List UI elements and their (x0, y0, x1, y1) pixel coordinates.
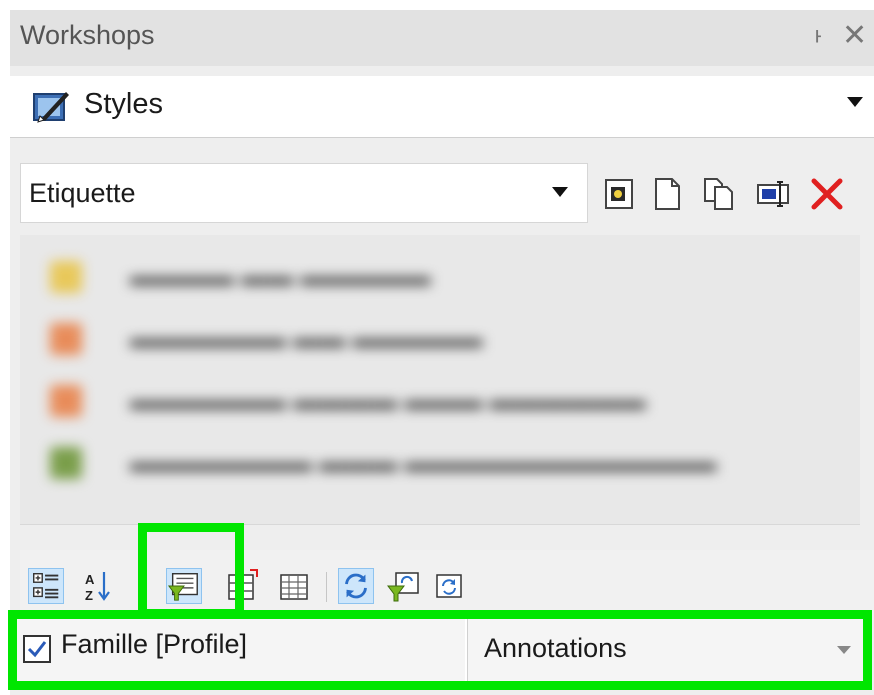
sync-icon[interactable] (338, 568, 374, 604)
highlight-filter-button (138, 523, 244, 618)
apply-icon (50, 323, 82, 355)
toolbar-separator (326, 572, 327, 602)
apply-all-icon (50, 385, 82, 417)
panel-titlebar: Workshops ᅡ ✕ (10, 10, 874, 66)
property-row[interactable]: Famille [Profile] Annotations (8, 610, 872, 690)
svg-text:A: A (85, 572, 95, 587)
copy-style-icon[interactable] (702, 177, 736, 211)
new-style-icon[interactable] (650, 177, 684, 211)
close-icon[interactable]: ✕ (842, 18, 867, 53)
property-checkbox[interactable] (23, 635, 51, 663)
workshop-dropdown[interactable]: Styles (10, 76, 874, 138)
refresh-grid-icon[interactable] (432, 568, 468, 604)
panel-title: Workshops (20, 20, 155, 50)
workshop-selected: Styles (84, 88, 163, 120)
refresh-icon (50, 447, 82, 479)
checkmark-icon (27, 641, 47, 658)
property-name: Famille [Profile] (61, 629, 248, 659)
folder-icon (50, 261, 82, 293)
categorized-view-icon[interactable] (28, 568, 64, 604)
delete-style-icon[interactable] (810, 177, 844, 211)
style-dropdown[interactable]: Etiquette (20, 163, 588, 223)
styles-icon (33, 92, 69, 123)
property-value-dropdown[interactable]: Annotations (467, 619, 863, 681)
rename-style-icon[interactable] (756, 177, 790, 211)
chevron-down-icon (847, 97, 863, 107)
property-name-cell: Famille [Profile] (17, 619, 465, 681)
svg-text:Z: Z (85, 588, 93, 603)
chevron-down-icon (552, 187, 568, 197)
table-view-icon[interactable] (276, 568, 312, 604)
chevron-down-icon (837, 646, 851, 654)
sort-alphabetical-icon[interactable]: A Z (80, 568, 116, 604)
style-selected: Etiquette (29, 178, 136, 208)
pin-icon[interactable]: ᅡ (800, 22, 822, 57)
property-value: Annotations (484, 633, 627, 663)
action-list: ▬▬▬▬ ▬▬ ▬▬▬▬▬ ▬▬▬▬▬▬ ▬▬ ▬▬▬▬▬ ▬▬▬▬▬▬ ▬▬▬… (20, 235, 860, 525)
filter-sync-icon[interactable] (386, 568, 422, 604)
apply-style-icon[interactable] (602, 177, 636, 211)
